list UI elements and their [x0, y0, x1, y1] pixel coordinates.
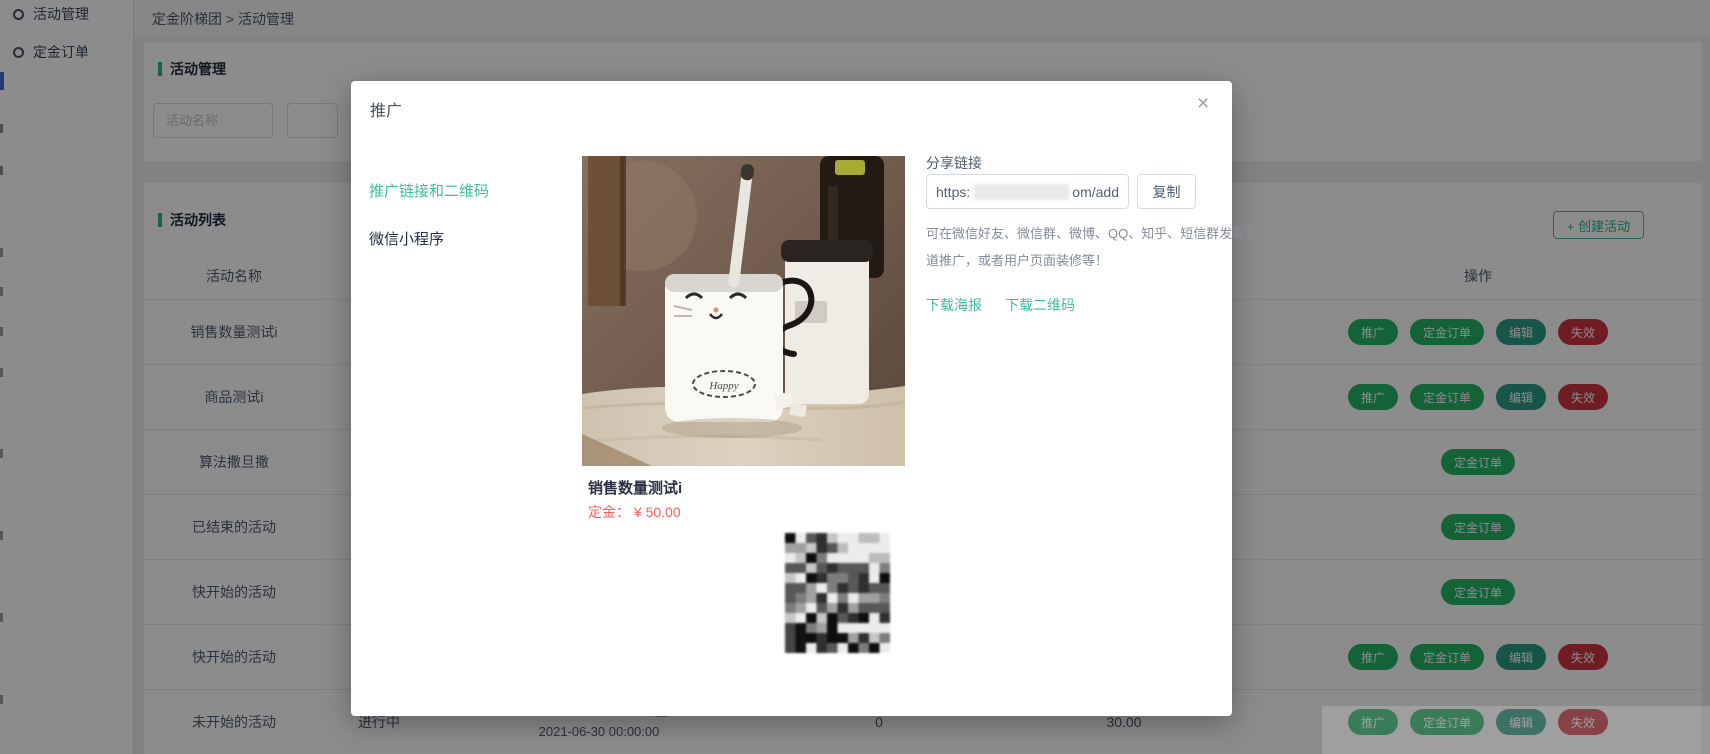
app-root: 活动管理 定金订单 定金阶梯团 > 活动管理 活动管理 活动列表 + 创建活动 …	[0, 0, 1710, 754]
download-qrcode-link[interactable]: 下载二维码	[1005, 295, 1075, 315]
tab-wechat-miniprogram[interactable]: 微信小程序	[369, 228, 444, 249]
tab-promo-link-qrcode[interactable]: 推广链接和二维码	[369, 180, 489, 201]
download-links: 下载海报 下载二维码	[926, 295, 1075, 315]
redacted-link-segment	[973, 184, 1069, 200]
promotion-modal: 推广 × 推广链接和二维码 微信小程序	[351, 81, 1232, 716]
share-link-label: 分享链接	[926, 153, 982, 173]
svg-text:Happy: Happy	[708, 380, 738, 392]
product-photo: Happy	[582, 156, 905, 466]
share-link-input[interactable]: https: om/add	[926, 174, 1129, 209]
product-deposit-price: 定金： ¥ 50.00	[588, 502, 681, 522]
share-tip-text: 可在微信好友、微信群、微博、QQ、知乎、短信群发等渠道推广，或者用户页面装修等！	[926, 220, 1260, 274]
download-poster-link[interactable]: 下载海报	[926, 295, 982, 315]
product-name: 销售数量测试i	[588, 477, 682, 498]
modal-title: 推广	[370, 97, 402, 121]
close-icon[interactable]: ×	[1197, 93, 1209, 114]
qr-code	[785, 533, 890, 653]
copy-button[interactable]: 复制	[1137, 174, 1196, 209]
